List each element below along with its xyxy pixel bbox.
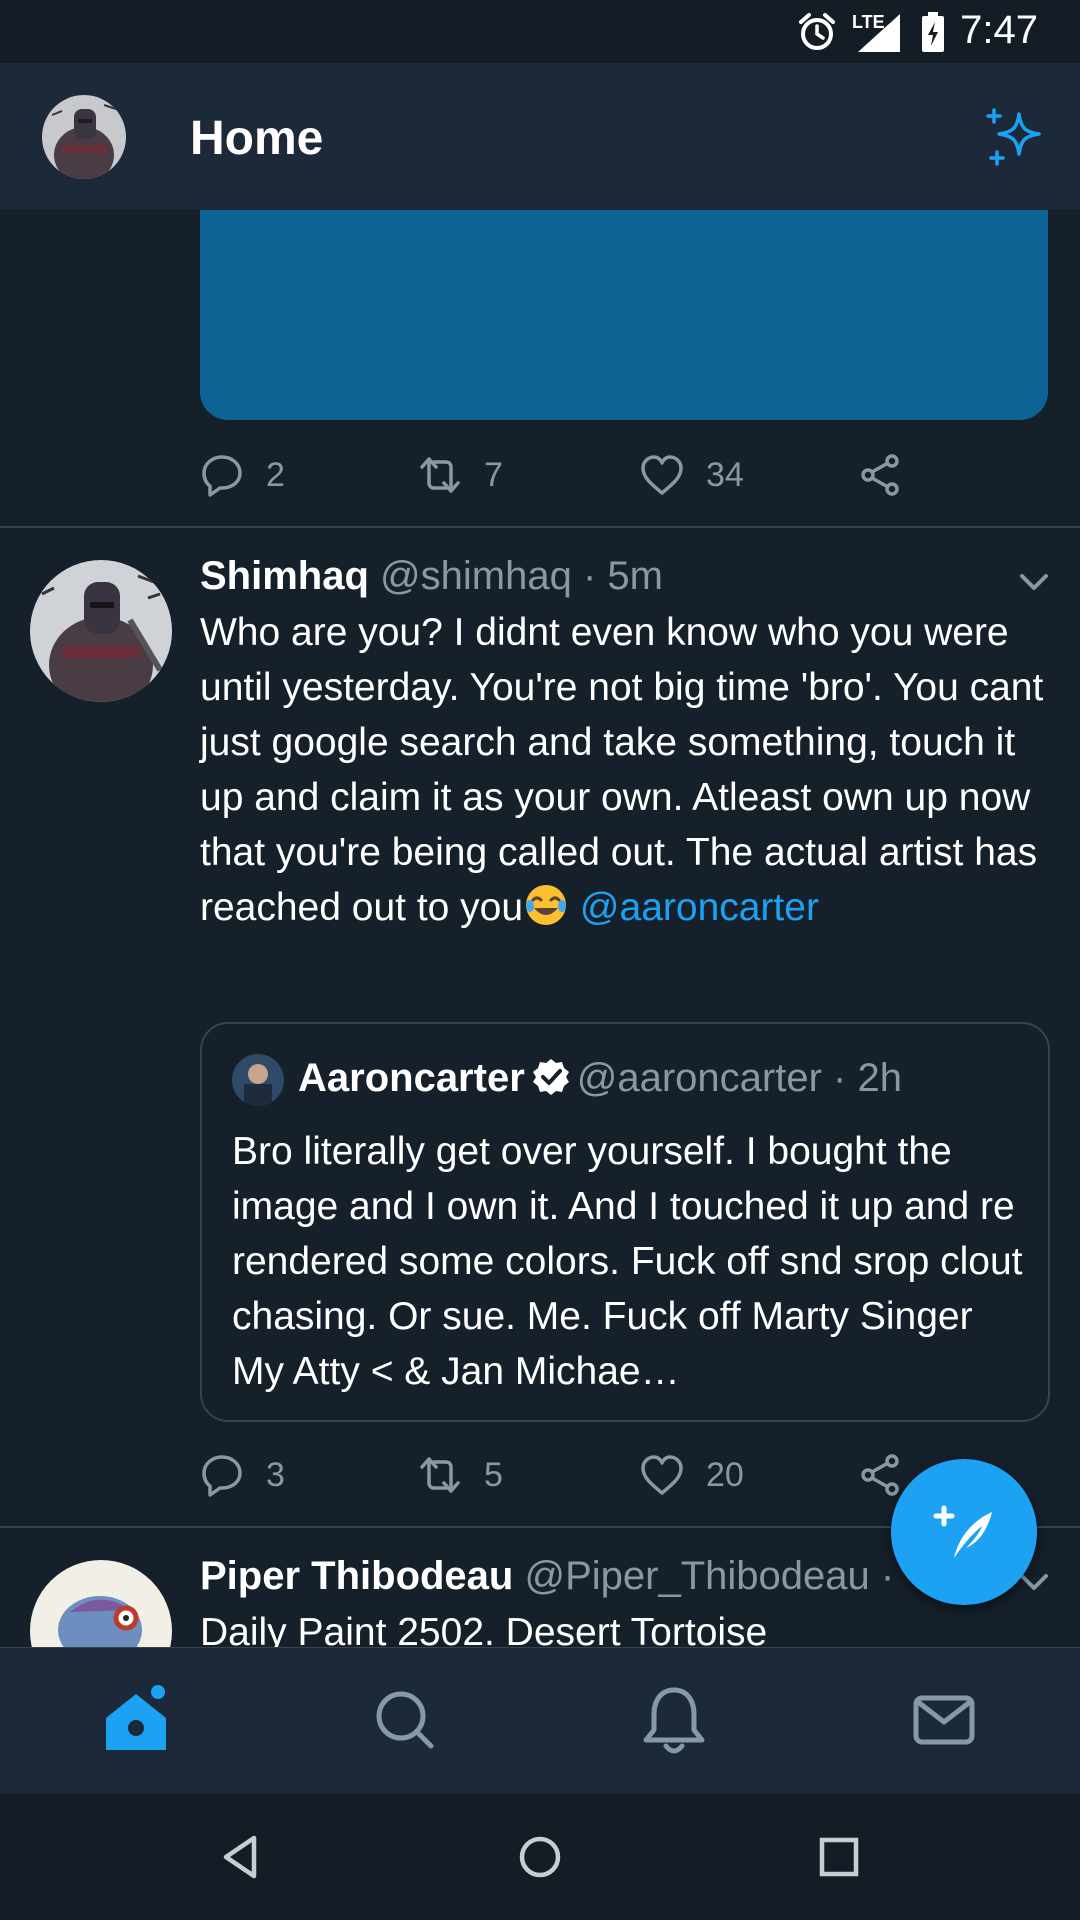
- tweet-actions: 3 5 20: [200, 1445, 960, 1505]
- verified-badge-icon: [532, 1059, 569, 1095]
- cell-signal-icon: [858, 14, 900, 52]
- like-button[interactable]: 20: [640, 1445, 744, 1505]
- page-title: Home: [190, 112, 324, 165]
- reply-count: 2: [266, 455, 285, 494]
- retweet-icon: [420, 1457, 460, 1493]
- quoted-author-name: Aaroncarter: [298, 1056, 525, 1100]
- system-navigation-bar: [0, 1794, 1080, 1920]
- mention-link[interactable]: @aaroncarter: [580, 886, 819, 929]
- tweet-author-avatar[interactable]: [30, 560, 172, 702]
- reply-count: 3: [266, 1455, 285, 1494]
- laughing-emoji-icon: [526, 885, 567, 925]
- search-icon: [376, 1691, 434, 1749]
- profile-avatar[interactable]: [42, 95, 126, 179]
- tweet-actions: 2 7 34: [200, 445, 960, 505]
- tweet-time: 5m: [607, 554, 663, 598]
- home-circle-icon[interactable]: [515, 1832, 565, 1882]
- compose-tweet-button[interactable]: [891, 1459, 1037, 1605]
- tweet-divider: [0, 526, 1080, 528]
- next-tweet-header: Piper Thibodeau @Piper_Thibodeau ·: [200, 1554, 894, 1599]
- status-time: 7:47: [960, 8, 1038, 52]
- author-name[interactable]: Shimhaq: [200, 554, 369, 598]
- alarm-clock-icon: [799, 13, 835, 50]
- share-button[interactable]: [858, 445, 902, 505]
- sparkle-icon[interactable]: [985, 106, 1047, 168]
- bottom-navigation: [0, 1647, 1080, 1795]
- retweet-button[interactable]: 5: [418, 1445, 503, 1505]
- like-button[interactable]: 34: [640, 445, 744, 505]
- nav-home[interactable]: [96, 1680, 176, 1760]
- tweet-media[interactable]: [200, 210, 1048, 420]
- home-icon: [106, 1685, 166, 1750]
- recents-square-icon[interactable]: [814, 1832, 864, 1882]
- reply-button[interactable]: 3: [200, 1445, 285, 1505]
- tweet-body: Who are you? I didnt even know who you w…: [200, 605, 1050, 935]
- status-bar: LTE 7:47: [0, 0, 1080, 63]
- quoted-tweet[interactable]: Aaroncarter @aaroncarter · 2h Bro literal…: [200, 1022, 1050, 1422]
- reply-icon: [202, 455, 242, 497]
- timeline-feed[interactable]: 2 7 34 Shimhaq @shimhaq · 5m Who are you…: [0, 210, 1080, 1647]
- next-author-name[interactable]: Piper Thibodeau: [200, 1554, 513, 1598]
- author-handle[interactable]: @shimhaq: [380, 554, 572, 598]
- next-header-separator: ·: [880, 1554, 895, 1598]
- app-header: Home: [0, 63, 1080, 211]
- next-tweet-text: Daily Paint 2502. Desert Tortoise: [200, 1611, 768, 1647]
- quoted-tweet-text: Bro literally get over yourself. I bough…: [232, 1130, 1023, 1393]
- reply-icon: [202, 1455, 242, 1497]
- retweet-count: 5: [484, 1455, 503, 1494]
- tweet-header: Shimhaq @shimhaq · 5m: [200, 554, 663, 599]
- quoted-tweet-time: 2h: [857, 1056, 903, 1100]
- like-count: 34: [706, 455, 744, 494]
- profile-avatar-image: [42, 95, 126, 179]
- retweet-icon: [420, 457, 460, 493]
- tweet-text: Who are you? I didnt even know who you w…: [200, 611, 1044, 929]
- mail-icon: [913, 1695, 975, 1745]
- bell-icon: [643, 1687, 705, 1754]
- avatar-image: [30, 560, 172, 702]
- next-tweet-avatar[interactable]: [30, 1560, 172, 1647]
- share-icon: [861, 1454, 899, 1496]
- header-separator: ·: [582, 554, 597, 598]
- retweet-button[interactable]: 7: [418, 445, 503, 505]
- quoted-tweet-header: Aaroncarter @aaroncarter · 2h: [298, 1056, 902, 1101]
- compose-feather-icon: [933, 1505, 992, 1558]
- chevron-down-icon[interactable]: [1016, 564, 1052, 600]
- next-author-handle[interactable]: @Piper_Thibodeau: [524, 1554, 869, 1598]
- quoted-header-separator: ·: [833, 1056, 847, 1100]
- heart-icon: [641, 1455, 683, 1495]
- reply-button[interactable]: 2: [200, 445, 285, 505]
- quoted-author-handle: @aaroncarter: [576, 1056, 822, 1100]
- heart-icon: [641, 455, 683, 495]
- quoted-author-avatar: [232, 1054, 284, 1106]
- battery-charging-icon: [922, 12, 944, 52]
- back-triangle-icon[interactable]: [216, 1832, 266, 1882]
- next-avatar-image: [30, 1560, 172, 1647]
- nav-notifications[interactable]: [634, 1680, 714, 1760]
- nav-search[interactable]: [365, 1680, 445, 1760]
- nav-messages[interactable]: [904, 1680, 984, 1760]
- share-button[interactable]: [858, 1445, 902, 1505]
- quoted-avatar-image: [232, 1054, 284, 1106]
- retweet-count: 7: [484, 455, 503, 494]
- like-count: 20: [706, 1455, 744, 1494]
- share-icon: [861, 454, 899, 496]
